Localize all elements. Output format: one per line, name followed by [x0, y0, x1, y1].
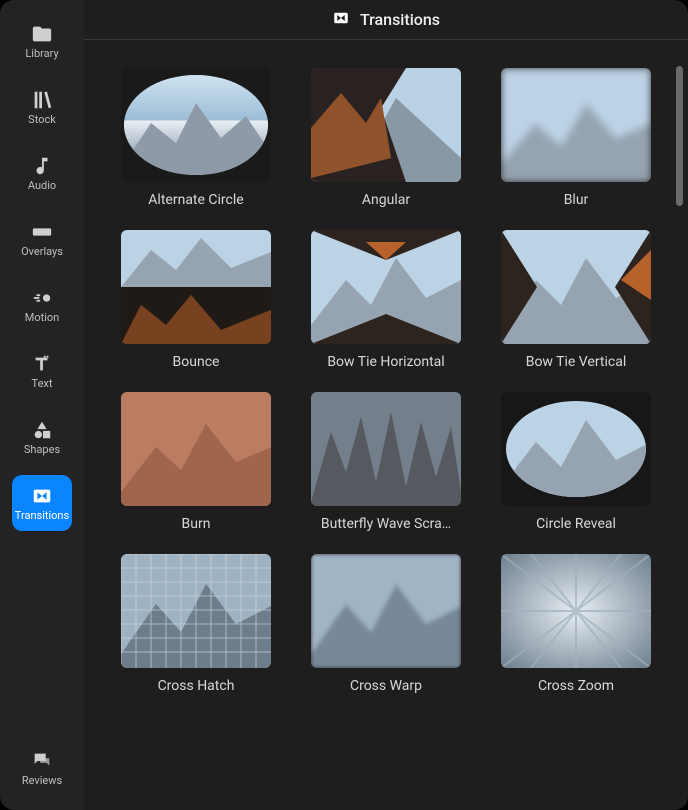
transition-label: Circle Reveal — [536, 516, 616, 532]
sidebar-item-overlays[interactable]: Overlays — [12, 211, 72, 267]
sidebar-item-label: Motion — [25, 312, 60, 324]
transition-label: Burn — [182, 516, 211, 532]
sidebar: Library Stock Audio Overlays Motion — [0, 0, 84, 810]
transition-label: Bow Tie Vertical — [526, 354, 627, 370]
sidebar-item-label: Library — [25, 48, 58, 60]
chat-icon — [31, 750, 53, 772]
transition-thumbnail — [311, 392, 461, 506]
sidebar-item-text[interactable]: Text — [12, 343, 72, 399]
music-note-icon — [31, 155, 53, 177]
transition-label: Butterfly Wave Scra… — [321, 516, 451, 532]
sidebar-item-label: Shapes — [24, 444, 60, 456]
transitions-icon — [31, 485, 53, 507]
transition-thumbnail — [501, 554, 651, 668]
sidebar-item-library[interactable]: Library — [12, 13, 72, 69]
transition-label: Bow Tie Horizontal — [327, 354, 444, 370]
transition-card-circle-reveal[interactable]: Circle Reveal — [494, 392, 658, 532]
sidebar-item-stock[interactable]: Stock — [12, 79, 72, 135]
transition-label: Angular — [362, 192, 410, 208]
transitions-grid: Alternate Circle A — [114, 68, 658, 694]
transition-card-blur[interactable]: Blur — [494, 68, 658, 208]
transition-card-burn[interactable]: Burn — [114, 392, 278, 532]
sidebar-item-shapes[interactable]: Shapes — [12, 409, 72, 465]
transition-card-cross-hatch[interactable]: Cross Hatch — [114, 554, 278, 694]
sidebar-item-label: Transitions — [15, 510, 69, 522]
sidebar-item-reviews[interactable]: Reviews — [12, 740, 72, 796]
transition-card-cross-zoom[interactable]: Cross Zoom — [494, 554, 658, 694]
text-icon — [31, 353, 53, 375]
transition-card-alternate-circle[interactable]: Alternate Circle — [114, 68, 278, 208]
transition-card-bow-tie-vertical[interactable]: Bow Tie Vertical — [494, 230, 658, 370]
sidebar-item-motion[interactable]: Motion — [12, 277, 72, 333]
sidebar-item-label: Audio — [28, 180, 56, 192]
transition-label: Cross Zoom — [538, 678, 614, 694]
transition-card-angular[interactable]: Angular — [304, 68, 468, 208]
main-panel: Transitions — [84, 0, 688, 810]
sidebar-item-label: Text — [32, 378, 53, 390]
sidebar-item-audio[interactable]: Audio — [12, 145, 72, 201]
transition-card-butterfly-wave-scrawler[interactable]: Butterfly Wave Scra… — [304, 392, 468, 532]
transition-card-bow-tie-horizontal[interactable]: Bow Tie Horizontal — [304, 230, 468, 370]
sidebar-item-label: Reviews — [22, 775, 62, 787]
transition-thumbnail — [121, 554, 271, 668]
transition-label: Cross Hatch — [158, 678, 235, 694]
books-icon — [31, 89, 53, 111]
transitions-grid-container: Alternate Circle A — [84, 40, 688, 810]
transition-card-cross-warp[interactable]: Cross Warp — [304, 554, 468, 694]
sidebar-item-label: Stock — [28, 114, 56, 126]
transition-thumbnail — [121, 230, 271, 344]
folder-icon — [31, 23, 53, 45]
transitions-icon — [332, 9, 350, 31]
transition-thumbnail — [501, 68, 651, 182]
transition-thumbnail — [311, 554, 461, 668]
sidebar-item-transitions[interactable]: Transitions — [12, 475, 72, 531]
transition-thumbnail — [121, 392, 271, 506]
transition-card-bounce[interactable]: Bounce — [114, 230, 278, 370]
transition-label: Blur — [564, 192, 589, 208]
app-window: Library Stock Audio Overlays Motion — [0, 0, 688, 810]
transition-thumbnail — [121, 68, 271, 182]
panel-header: Transitions — [84, 0, 688, 40]
transition-label: Alternate Circle — [148, 192, 243, 208]
transition-label: Bounce — [173, 354, 220, 370]
shapes-icon — [31, 419, 53, 441]
scrollbar-thumb[interactable] — [676, 66, 683, 206]
transition-thumbnail — [311, 230, 461, 344]
sidebar-item-label: Overlays — [21, 246, 63, 258]
motion-icon — [31, 287, 53, 309]
panel-title: Transitions — [360, 10, 440, 29]
transition-thumbnail — [501, 392, 651, 506]
transition-thumbnail — [501, 230, 651, 344]
transition-thumbnail — [311, 68, 461, 182]
transition-label: Cross Warp — [350, 678, 422, 694]
overlays-icon — [31, 221, 53, 243]
